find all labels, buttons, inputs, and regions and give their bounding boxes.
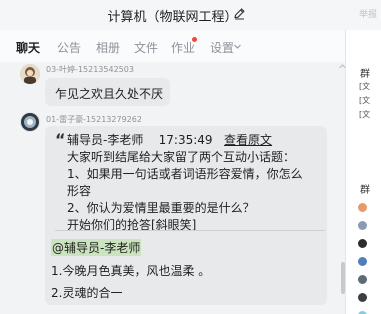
edit-icon[interactable] — [233, 7, 246, 20]
quote-time: 17:35:49 — [158, 133, 213, 147]
view-original-link[interactable]: 查看原文 — [224, 133, 272, 147]
group-title: 计算机（物联网工程） — [107, 10, 238, 25]
group-info-panel: 群 [文 [文 [文 群 — [345, 30, 381, 314]
panel-heading: 群 — [360, 185, 370, 196]
member-avatar[interactable] — [358, 203, 367, 212]
title-bar: 计算机（物联网工程） 举报 — [0, 0, 381, 30]
tab-album[interactable]: 相册 — [96, 39, 120, 56]
quote-line: 2、你认为爱情里最重要的是什么？ — [67, 201, 255, 215]
mention-tag[interactable]: @辅导员-李老师 — [51, 239, 142, 256]
tab-chat[interactable]: 聊天 — [16, 39, 40, 56]
panel-heading: 群 — [360, 69, 370, 80]
tab-homework[interactable]: 作业 — [171, 39, 195, 56]
quote-author: 辅导员-李老师 — [67, 133, 144, 147]
homework-badge-dot — [192, 37, 197, 42]
quote-header: 辅导员-李老师 17:35:49 查看原文 — [67, 131, 272, 148]
chevron-down-icon — [234, 44, 241, 49]
sender-name: 03-叶婷-15213542503 — [46, 65, 134, 74]
quote-line: 1、如果用一句话或者词语形容爱情，你怎么 — [67, 167, 303, 181]
message-bubble[interactable]: 乍见之欢且久处不厌 — [45, 78, 170, 106]
member-avatar[interactable] — [358, 257, 367, 266]
panel-file-item[interactable]: [文 — [359, 81, 370, 92]
sender-name: 01-雷子豪-15213279262 — [46, 115, 142, 124]
tab-bar: 聊天 公告 相册 文件 作业 设置 — [0, 30, 345, 62]
quote-divider — [55, 230, 325, 231]
report-link[interactable]: 举报 — [359, 7, 377, 20]
quote-mark: “ — [55, 130, 66, 149]
avatar[interactable] — [20, 112, 40, 132]
reply-line: 1.今晚月色真美，风也温柔 。 — [51, 264, 211, 278]
reply-line: 2.灵魂的合一 — [51, 286, 123, 300]
member-avatar[interactable] — [358, 275, 367, 284]
quote-line: 形容 — [67, 184, 92, 198]
member-avatar[interactable] — [358, 293, 367, 302]
message-bubble[interactable]: “ 辅导员-李老师 17:35:49 查看原文 大家听到结尾给大家留了两个互动小… — [45, 126, 327, 305]
panel-file-item[interactable]: [文 — [359, 109, 370, 120]
tab-settings[interactable]: 设置 — [210, 39, 234, 56]
tab-announcements[interactable]: 公告 — [57, 39, 81, 56]
panel-file-item[interactable]: [文 — [359, 95, 370, 106]
quote-line: 大家听到结尾给大家留了两个互动小话题： — [67, 150, 296, 164]
member-avatar[interactable] — [358, 221, 367, 230]
avatar[interactable] — [20, 64, 40, 84]
tab-files[interactable]: 文件 — [134, 39, 158, 56]
message-text: 乍见之欢且久处不厌 — [55, 87, 164, 101]
member-avatar[interactable] — [358, 239, 367, 248]
chat-area[interactable]: 03-叶婷-15213542503 乍见之欢且久处不厌 01-雷子豪-15213… — [0, 62, 345, 314]
